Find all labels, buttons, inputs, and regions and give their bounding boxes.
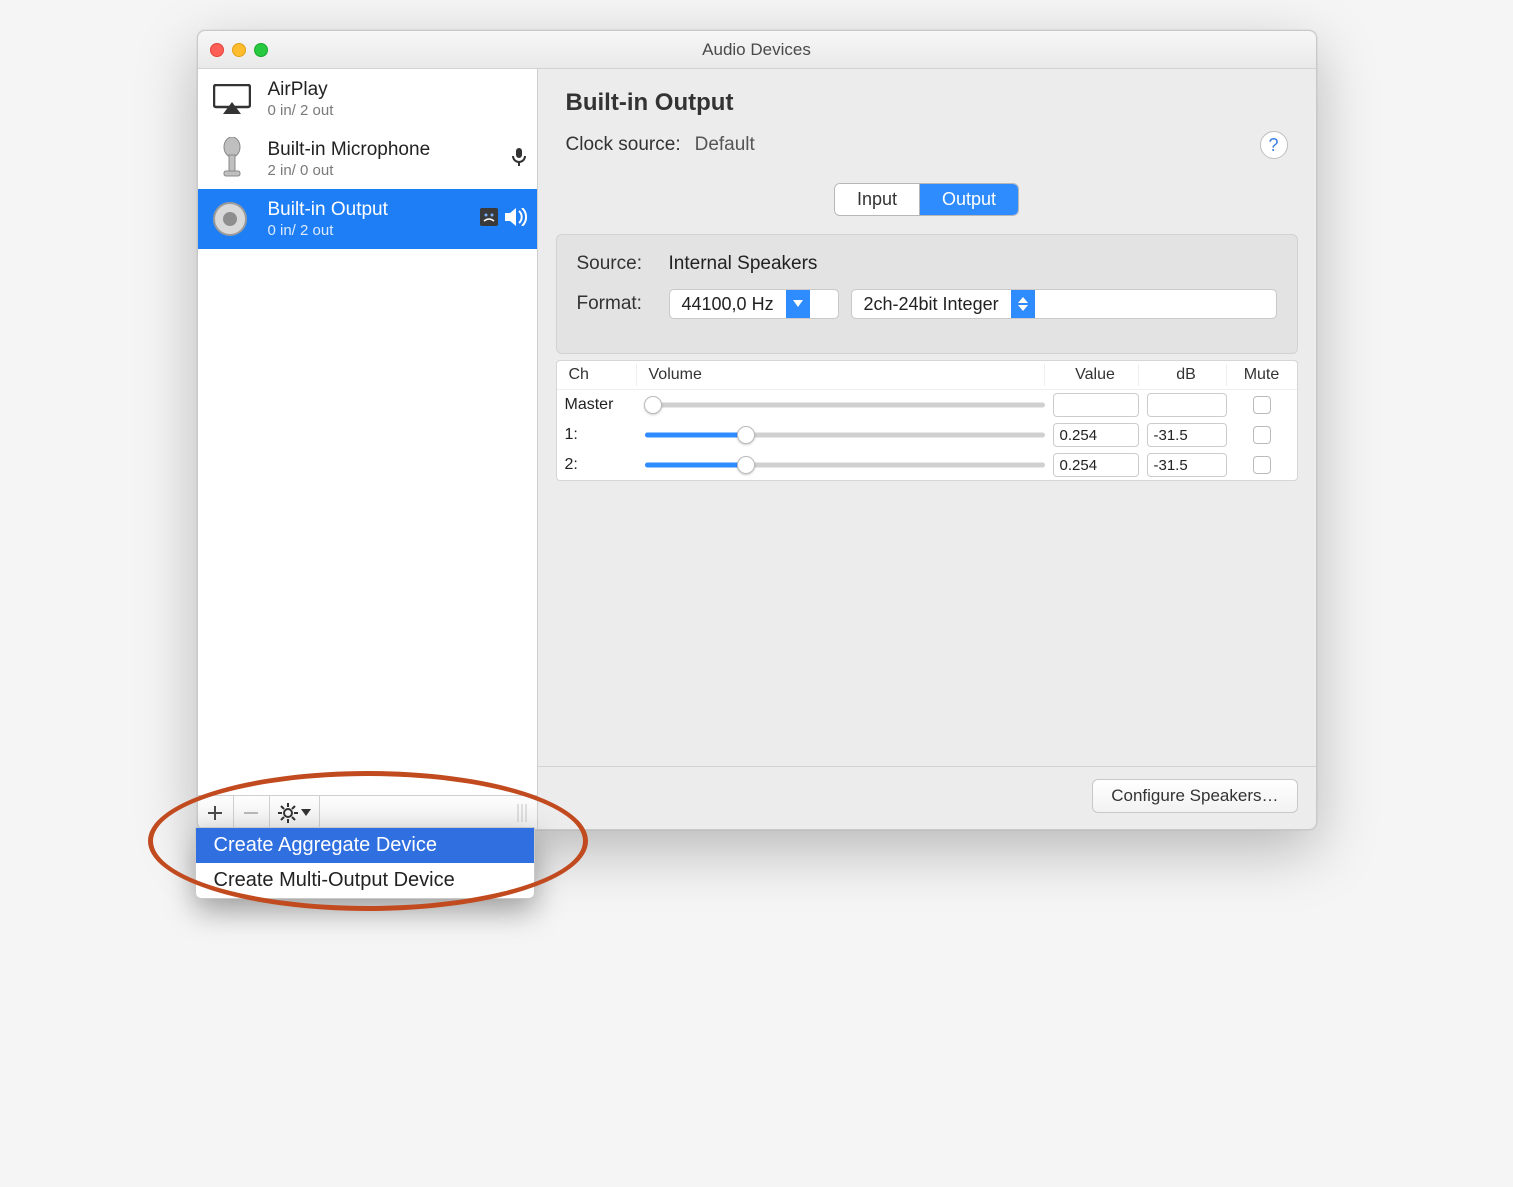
col-mute: Mute bbox=[1235, 364, 1289, 386]
device-airplay[interactable]: AirPlay 0 in/ 2 out bbox=[198, 69, 537, 129]
device-list: AirPlay 0 in/ 2 out Built-in Microphone … bbox=[198, 69, 537, 795]
detail-title: Built-in Output bbox=[566, 89, 1288, 117]
output-settings-panel: Source: Internal Speakers Format: 44100,… bbox=[556, 234, 1298, 354]
mute-checkbox[interactable] bbox=[1253, 456, 1271, 474]
device-detail-panel: Built-in Output Clock source: Default ? … bbox=[538, 69, 1316, 829]
speaker-icon bbox=[208, 195, 256, 243]
table-row-master: Master bbox=[557, 390, 1297, 420]
value-field[interactable] bbox=[1053, 393, 1139, 417]
channel-label: 2: bbox=[565, 456, 637, 474]
default-output-icon bbox=[505, 208, 527, 231]
window-title: Audio Devices bbox=[210, 40, 1304, 60]
device-io-count: 0 in/ 2 out bbox=[268, 102, 527, 119]
mute-checkbox[interactable] bbox=[1253, 426, 1271, 444]
configure-speakers-button[interactable]: Configure Speakers… bbox=[1092, 779, 1297, 813]
chevron-down-icon bbox=[301, 809, 311, 817]
microphone-icon bbox=[208, 135, 256, 183]
volume-slider-ch2[interactable] bbox=[645, 456, 1045, 474]
volume-slider-ch1[interactable] bbox=[645, 426, 1045, 444]
col-db: dB bbox=[1147, 364, 1227, 386]
chevron-down-icon bbox=[786, 290, 810, 318]
value-field[interactable]: 0.254 bbox=[1053, 423, 1139, 447]
airplay-icon bbox=[208, 75, 256, 123]
add-device-button[interactable] bbox=[198, 796, 234, 829]
sidebar-toolbar bbox=[198, 795, 537, 829]
device-name: AirPlay bbox=[268, 79, 527, 102]
table-header: Ch Volume Value dB Mute bbox=[557, 361, 1297, 390]
col-value: Value bbox=[1053, 364, 1139, 386]
volume-table: Ch Volume Value dB Mute Master bbox=[556, 360, 1298, 481]
device-name: Built-in Microphone bbox=[268, 139, 499, 162]
mute-checkbox[interactable] bbox=[1253, 396, 1271, 414]
help-button[interactable]: ? bbox=[1260, 131, 1288, 159]
system-output-icon bbox=[479, 207, 499, 232]
menu-create-aggregate[interactable]: Create Aggregate Device bbox=[196, 828, 534, 863]
db-field[interactable] bbox=[1147, 393, 1227, 417]
source-label: Source: bbox=[577, 253, 657, 275]
resize-handle[interactable] bbox=[507, 796, 537, 829]
channel-label: 1: bbox=[565, 426, 637, 444]
menu-create-multi-output[interactable]: Create Multi-Output Device bbox=[196, 863, 534, 898]
table-row-ch2: 2: 0.254 -31.5 bbox=[557, 450, 1297, 480]
device-name: Built-in Output bbox=[268, 199, 467, 222]
zoom-button[interactable] bbox=[254, 43, 268, 57]
volume-slider-master[interactable] bbox=[645, 396, 1045, 414]
window-controls bbox=[210, 43, 268, 57]
add-device-menu: Create Aggregate Device Create Multi-Out… bbox=[195, 827, 535, 899]
remove-device-button[interactable] bbox=[234, 796, 270, 829]
close-button[interactable] bbox=[210, 43, 224, 57]
bit-depth-select[interactable]: 2ch-24bit Integer bbox=[851, 289, 1277, 319]
value-field[interactable]: 0.254 bbox=[1053, 453, 1139, 477]
clock-source-label: Clock source: bbox=[566, 134, 681, 156]
gear-icon bbox=[278, 803, 298, 823]
sample-rate-select[interactable]: 44100,0 Hz bbox=[669, 289, 839, 319]
col-ch: Ch bbox=[565, 364, 637, 386]
format-label: Format: bbox=[577, 293, 657, 315]
channel-label: Master bbox=[565, 396, 637, 414]
db-field[interactable]: -31.5 bbox=[1147, 453, 1227, 477]
tab-input[interactable]: Input bbox=[835, 184, 919, 215]
titlebar: Audio Devices bbox=[198, 31, 1316, 69]
db-field[interactable]: -31.5 bbox=[1147, 423, 1227, 447]
device-sidebar: AirPlay 0 in/ 2 out Built-in Microphone … bbox=[198, 69, 538, 829]
device-actions-button[interactable] bbox=[270, 796, 320, 829]
device-builtin-output[interactable]: Built-in Output 0 in/ 2 out bbox=[198, 189, 537, 249]
table-row-ch1: 1: 0.254 -31.5 bbox=[557, 420, 1297, 450]
device-io-count: 0 in/ 2 out bbox=[268, 222, 467, 239]
io-segmented-control: Input Output bbox=[834, 183, 1019, 216]
default-input-icon bbox=[511, 147, 527, 172]
tab-output[interactable]: Output bbox=[919, 184, 1018, 215]
minimize-button[interactable] bbox=[232, 43, 246, 57]
audio-devices-window: Audio Devices AirPlay 0 in/ 2 out bbox=[197, 30, 1317, 830]
device-builtin-mic[interactable]: Built-in Microphone 2 in/ 0 out bbox=[198, 129, 537, 189]
col-volume: Volume bbox=[645, 364, 1045, 386]
stepper-icon bbox=[1011, 290, 1035, 318]
device-io-count: 2 in/ 0 out bbox=[268, 162, 499, 179]
source-value: Internal Speakers bbox=[669, 253, 818, 275]
clock-source-value: Default bbox=[695, 134, 755, 156]
